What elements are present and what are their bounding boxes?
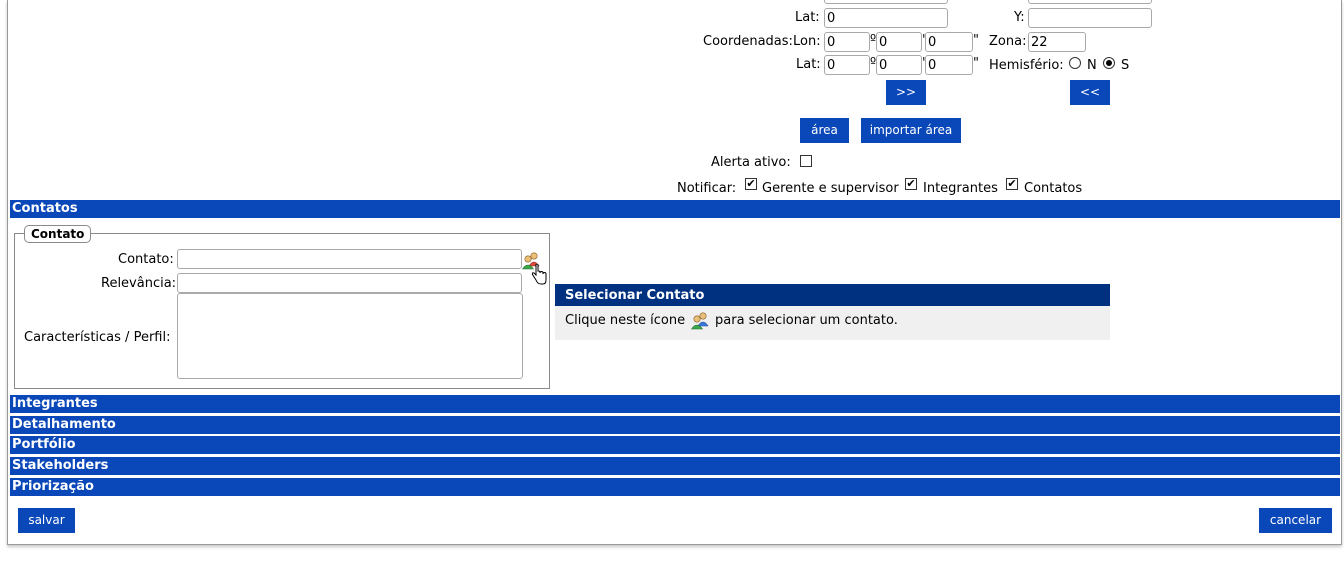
contato-label: Contato: xyxy=(118,252,174,267)
cancel-button[interactable]: cancelar xyxy=(1259,508,1332,533)
top-partial-input-left[interactable] xyxy=(824,0,948,4)
section-detalhamento[interactable]: Detalhamento xyxy=(10,416,1340,434)
alerta-ativo-label: Alerta ativo: xyxy=(711,155,791,170)
zona-input[interactable] xyxy=(1028,32,1086,52)
y-label: Y: xyxy=(1014,10,1025,25)
coordenadas-label: Coordenadas: xyxy=(703,34,793,49)
section-integrantes[interactable]: Integrantes xyxy=(10,395,1340,413)
hemisferio-n-label: N xyxy=(1087,58,1097,73)
hemisferio-n-radio[interactable] xyxy=(1069,57,1081,69)
tooltip-text-before: Clique neste ícone xyxy=(565,313,686,328)
relevancia-input[interactable] xyxy=(177,273,522,293)
notificar-label: Notificar: xyxy=(677,181,737,196)
integrantes-checkbox[interactable]: ✔ xyxy=(905,178,917,190)
lat-second-symbol: " xyxy=(973,56,979,71)
lon-degrees-input[interactable] xyxy=(824,32,870,52)
tooltip-title: Selecionar Contato xyxy=(555,284,1110,306)
lon-minutes-input[interactable] xyxy=(876,32,922,52)
import-area-button[interactable]: importar área xyxy=(861,118,961,143)
section-stakeholders[interactable]: Stakeholders xyxy=(10,457,1340,475)
contato-legend-text: Contato xyxy=(31,227,85,241)
lon-label: Lon: xyxy=(793,34,821,49)
caracteristicas-label: Características / Perfil: xyxy=(24,330,171,345)
contatos-notify-label: Contatos xyxy=(1024,181,1083,196)
y-input[interactable] xyxy=(1028,8,1152,28)
lat-seconds-input[interactable] xyxy=(925,55,973,75)
tooltip-text-after: para selecionar um contato. xyxy=(715,313,898,328)
lat-minutes-input[interactable] xyxy=(876,55,922,75)
caracteristicas-textarea[interactable] xyxy=(177,293,523,379)
section-contatos[interactable]: Contatos xyxy=(10,200,1340,218)
save-button[interactable]: salvar xyxy=(18,508,75,533)
lat-degrees-input[interactable] xyxy=(824,55,870,75)
relevancia-label: Relevância: xyxy=(101,276,177,291)
section-priorizacao[interactable]: Priorização xyxy=(10,478,1340,496)
top-partial-input-right[interactable] xyxy=(1028,0,1152,4)
lat-label: Lat: xyxy=(795,10,820,25)
convert-forward-button[interactable]: >> xyxy=(886,80,926,105)
contato-input[interactable] xyxy=(177,249,522,269)
lon-second-symbol: " xyxy=(973,33,979,48)
contatos-checkbox[interactable]: ✔ xyxy=(1006,178,1018,190)
gerente-label: Gerente e supervisor xyxy=(762,181,899,196)
zona-label: Zona: xyxy=(989,34,1027,49)
lon-seconds-input[interactable] xyxy=(925,32,973,52)
hemisferio-s-label: S xyxy=(1121,58,1130,73)
lat-dms-label: Lat: xyxy=(796,57,821,72)
tooltip-panel: Selecionar Contato Clique neste ícone pa… xyxy=(555,284,1110,340)
lat-input[interactable] xyxy=(824,8,948,28)
convert-back-button[interactable]: << xyxy=(1070,80,1110,105)
integrantes-notify-label: Integrantes xyxy=(923,181,998,196)
section-portfolio[interactable]: Portfólio xyxy=(10,436,1340,454)
contato-legend: Contato xyxy=(24,225,92,243)
hand-cursor-icon xyxy=(531,264,547,285)
hemisferio-s-radio[interactable] xyxy=(1103,57,1115,69)
people-icon xyxy=(690,312,709,330)
alerta-ativo-checkbox[interactable] xyxy=(800,155,812,167)
gerente-checkbox[interactable]: ✔ xyxy=(745,178,757,190)
area-button[interactable]: área xyxy=(800,118,849,143)
hemisferio-label: Hemisfério: xyxy=(989,58,1064,73)
